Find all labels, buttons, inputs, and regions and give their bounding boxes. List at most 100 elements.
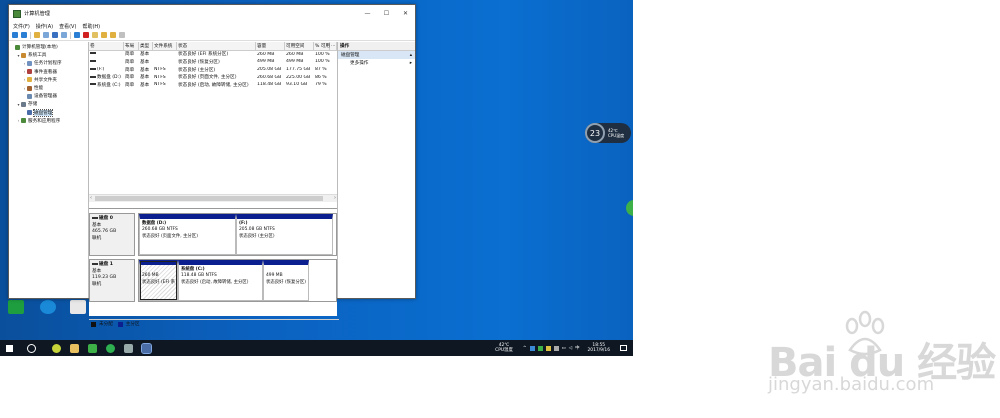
action-disk-management-label: 磁盘管理 <box>341 53 360 58</box>
back-icon[interactable] <box>12 32 18 38</box>
tree-node-icon <box>27 110 32 116</box>
tray-icon-3[interactable] <box>545 345 551 351</box>
tray-cpu-temp[interactable]: 42℃ CPU温度 <box>495 343 513 353</box>
partition-block[interactable]: 系统盘 (C:) 118.48 GB NTFS 状态良好 (启动, 故障转储, 主分… <box>178 260 263 301</box>
delete-icon[interactable] <box>83 32 89 38</box>
taskbar-app-5-icon[interactable] <box>124 343 133 353</box>
column-header[interactable]: 可用空间 <box>285 42 314 50</box>
menu-help[interactable]: 帮助(H) <box>82 23 100 30</box>
column-header[interactable]: 状态 <box>177 42 256 50</box>
table-row[interactable]: 数据盘 (D:) 简单 基本 NTFS 状态良好 (页面文件, 主分区) 260.68 G… <box>89 73 337 81</box>
partition-status: 状态良好 (启动, 故障转储, 主分区) <box>181 279 249 285</box>
task-view-icon[interactable] <box>27 343 36 353</box>
ime-icon[interactable]: 中 <box>575 345 579 351</box>
minimize-button[interactable]: — <box>358 8 377 20</box>
tray-up-icon[interactable]: ^ <box>523 346 527 351</box>
action-disk-management[interactable]: 磁盘管理 ▴ <box>338 51 415 59</box>
tree-node-icon <box>27 77 32 83</box>
properties-icon[interactable] <box>92 32 98 38</box>
grid-icon[interactable] <box>43 32 49 38</box>
tree-item[interactable]: › 共享文件夹 <box>9 76 88 84</box>
taskbar-app-3-icon[interactable] <box>88 343 97 353</box>
settings-icon[interactable] <box>119 32 125 38</box>
scroll-thumb[interactable] <box>95 196 323 201</box>
tree-item[interactable]: › 事件查看器 <box>9 68 88 76</box>
table-cell: NTFS <box>154 67 166 73</box>
help-icon[interactable] <box>52 32 58 38</box>
table-cell: 简单 <box>125 67 135 73</box>
column-header[interactable]: 卷 <box>89 42 124 50</box>
collapse-icon[interactable]: ▴ <box>410 53 412 58</box>
horizontal-scrollbar[interactable]: ‹ › <box>89 194 337 202</box>
window-title: 计算机管理 <box>24 11 50 17</box>
table-cell: 简单 <box>125 82 135 88</box>
scroll-left-icon[interactable]: ‹ <box>90 195 92 201</box>
forward-icon[interactable] <box>21 32 27 38</box>
tree-item[interactable]: 磁盘管理 <box>9 108 88 117</box>
action-more[interactable]: 更多操作 ▸ <box>338 59 415 67</box>
menu-action[interactable]: 操作(A) <box>36 23 53 30</box>
tree-item[interactable]: 计算机管理(本地) <box>9 43 88 51</box>
disk-label[interactable]: 磁盘 1 基本 119.23 GB 联机 <box>89 259 135 302</box>
folder-icon[interactable] <box>34 32 40 38</box>
table-row[interactable]: 简单 基本 状态良好 (恢复分区) 499 MB 499 MB 100 % <box>89 58 337 66</box>
column-header[interactable]: 布局 <box>124 42 139 50</box>
menu-file[interactable]: 文件(F) <box>13 23 30 30</box>
tree-item-label: 事件查看器 <box>34 69 57 75</box>
edge-gadget[interactable] <box>626 200 633 216</box>
file-explorer-icon[interactable] <box>70 343 79 353</box>
tree-item-label: 服务和应用程序 <box>28 118 61 124</box>
tree-item[interactable]: › 性能 <box>9 84 88 92</box>
list-icon[interactable] <box>61 32 67 38</box>
tray-icon-4[interactable] <box>553 345 559 351</box>
tray-icon-2[interactable] <box>537 345 543 351</box>
desktop-icon-1[interactable] <box>2 300 30 316</box>
tree-item[interactable]: ▾ 存储 <box>9 100 88 108</box>
open-icon[interactable] <box>101 32 107 38</box>
table-row[interactable]: 简单 基本 状态良好 (EFI 系统分区) 260 MB 260 MB 100 % <box>89 51 337 59</box>
volume-icon[interactable]: ◁ <box>569 346 572 351</box>
column-header[interactable]: 类型 <box>139 42 153 50</box>
column-header[interactable]: ... <box>330 42 337 50</box>
taskbar-app-1-icon[interactable] <box>52 343 61 353</box>
volume-icon <box>90 83 96 86</box>
partition-block[interactable]: (F:) 205.08 GB NTFS 状态良好 (主分区) <box>236 214 333 255</box>
tree-item-label: 共享文件夹 <box>34 77 57 83</box>
table-cell: NTFS <box>154 82 166 88</box>
table-cell: 225.00 GB <box>286 74 311 80</box>
notification-icon[interactable] <box>620 345 627 351</box>
computer-management-task-icon[interactable] <box>141 342 152 354</box>
column-header[interactable]: 文件系统 <box>153 42 177 50</box>
tree-item[interactable]: › 服务和应用程序 <box>9 117 88 125</box>
partition-block[interactable]: 499 MB 状态良好 (恢复分区) <box>263 260 309 301</box>
volume-name: (F:) <box>97 67 105 73</box>
partition-status: 状态良好 (页面文件, 主分区) <box>142 233 198 239</box>
disk-label[interactable]: 磁盘 0 基本 465.76 GB 联机 <box>89 213 135 256</box>
search-icon[interactable] <box>110 32 116 38</box>
partition-block[interactable]: 数据盘 (D:) 260.68 GB NTFS 状态良好 (页面文件, 主分区) <box>139 214 236 255</box>
table-cell <box>89 52 124 57</box>
tree-item[interactable]: ▾ 系统工具 <box>9 51 88 59</box>
table-row[interactable]: (F:) 简单 基本 NTFS 状态良好 (主分区) 205.08 GB 177.75 GB… <box>89 66 337 74</box>
column-header[interactable]: % 可用 <box>314 42 330 50</box>
title-bar[interactable]: 计算机管理 — ☐ ✕ <box>9 5 415 22</box>
start-icon[interactable] <box>6 344 13 352</box>
table-cell: 数据盘 (D:) <box>89 74 124 80</box>
maximize-button[interactable]: ☐ <box>377 8 396 20</box>
menu-view[interactable]: 查看(V) <box>59 23 76 30</box>
desktop-icon-3[interactable] <box>64 300 92 316</box>
close-button[interactable]: ✕ <box>396 8 415 20</box>
table-row[interactable]: 系统盘 (C:) 简单 基本 NTFS 状态良好 (启动, 故障转储, 主分区) 118.… <box>89 81 337 89</box>
scroll-right-icon[interactable]: › <box>334 195 336 201</box>
connect-icon[interactable] <box>74 32 80 38</box>
network-icon[interactable]: ▭ <box>562 346 566 351</box>
clock[interactable]: 18:55 2017/9/16 <box>587 343 610 353</box>
partition-block[interactable]: 260 MB 状态良好 (EFI 系 <box>139 260 178 301</box>
taskbar-app-4-icon[interactable] <box>106 343 115 353</box>
desktop-icon-2[interactable] <box>34 300 62 316</box>
tree-item[interactable]: 设备管理器 <box>9 92 88 100</box>
tree-item[interactable]: › 任务计划程序 <box>9 59 88 67</box>
tray-icon-1[interactable] <box>529 345 535 351</box>
table-cell: 260 MB <box>257 51 275 57</box>
column-header[interactable]: 容量 <box>256 42 285 50</box>
